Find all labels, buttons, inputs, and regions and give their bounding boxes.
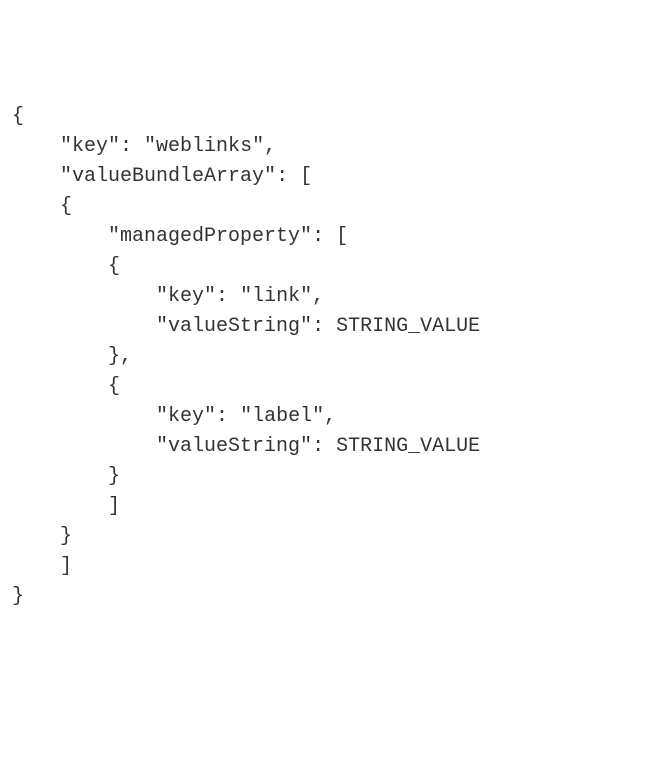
colon: : xyxy=(276,165,300,188)
brace-open: { xyxy=(12,105,24,128)
indent xyxy=(12,405,156,428)
indent xyxy=(12,555,60,578)
brace-open: { xyxy=(108,255,120,278)
brace-open: { xyxy=(108,375,120,398)
indent xyxy=(12,165,60,188)
json-key: "valueBundleArray" xyxy=(60,165,276,188)
json-string-value: "weblinks" xyxy=(144,135,264,158)
colon: : xyxy=(216,405,240,428)
brace-close: } xyxy=(12,585,24,608)
indent xyxy=(12,495,108,518)
code-snippet: { "key": "weblinks", "valueBundleArray":… xyxy=(12,102,647,612)
json-key: "valueString" xyxy=(156,435,312,458)
json-key: "managedProperty" xyxy=(108,225,312,248)
brace-open: { xyxy=(60,195,72,218)
colon: : xyxy=(312,435,336,458)
brace-close: } xyxy=(60,525,72,548)
indent xyxy=(12,375,108,398)
indent xyxy=(12,255,108,278)
json-identifier: STRING_VALUE xyxy=(336,435,480,458)
brace-close: } xyxy=(108,345,120,368)
json-string-value: "link" xyxy=(240,285,312,308)
bracket-close: ] xyxy=(60,555,72,578)
bracket-open: [ xyxy=(300,165,312,188)
colon: : xyxy=(312,315,336,338)
json-key: "key" xyxy=(156,285,216,308)
bracket-open: [ xyxy=(336,225,348,248)
indent xyxy=(12,435,156,458)
json-key: "key" xyxy=(156,405,216,428)
brace-close: } xyxy=(108,465,120,488)
indent xyxy=(12,315,156,338)
indent xyxy=(12,285,156,308)
colon: : xyxy=(312,225,336,248)
comma: , xyxy=(120,345,132,368)
indent xyxy=(12,195,60,218)
indent xyxy=(12,525,60,548)
comma: , xyxy=(324,405,336,428)
colon: : xyxy=(120,135,144,158)
indent xyxy=(12,135,60,158)
json-key: "key" xyxy=(60,135,120,158)
indent xyxy=(12,225,108,248)
bracket-close: ] xyxy=(108,495,120,518)
json-key: "valueString" xyxy=(156,315,312,338)
colon: : xyxy=(216,285,240,308)
comma: , xyxy=(312,285,324,308)
indent xyxy=(12,345,108,368)
json-identifier: STRING_VALUE xyxy=(336,315,480,338)
indent xyxy=(12,465,108,488)
comma: , xyxy=(264,135,276,158)
json-string-value: "label" xyxy=(240,405,324,428)
